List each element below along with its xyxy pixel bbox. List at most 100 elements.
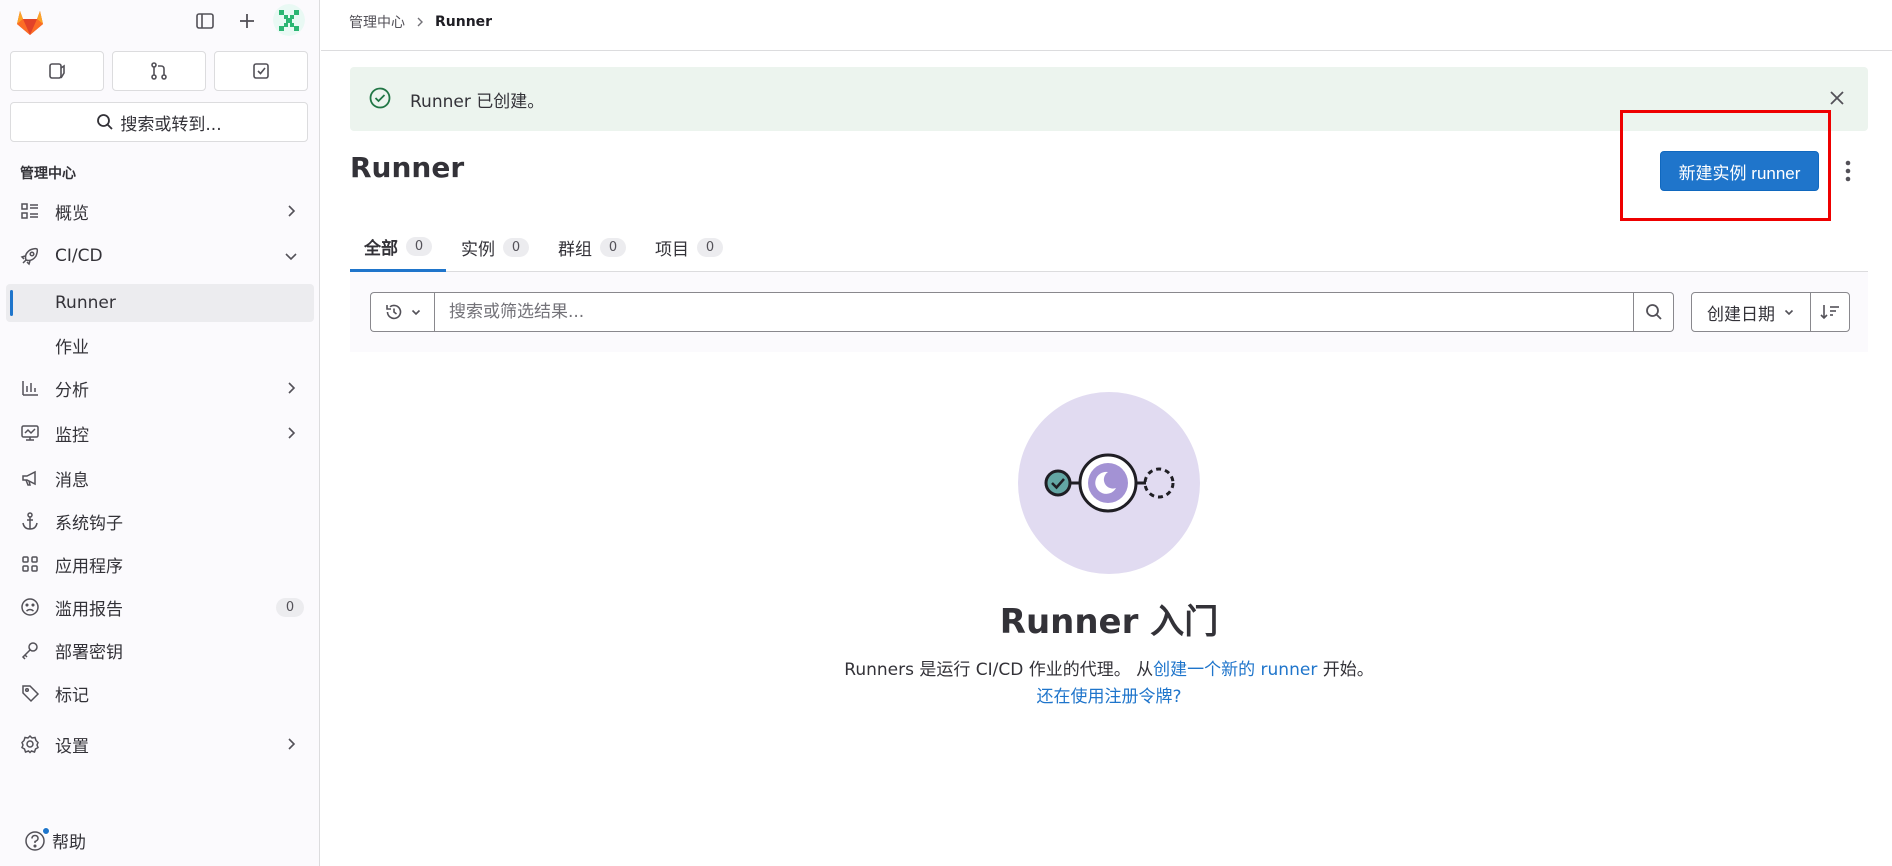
search-icon xyxy=(97,114,114,130)
avatar[interactable] xyxy=(273,4,305,36)
sidebar-item-jobs[interactable]: 作业 xyxy=(6,326,314,364)
sidebar-header xyxy=(0,0,320,42)
runner-tabs: 全部 0 实例 0 群组 0 项目 0 xyxy=(350,223,1868,272)
more-actions-icon[interactable] xyxy=(1838,158,1858,184)
sort-field-dropdown[interactable]: 创建日期 xyxy=(1691,292,1811,332)
tab-group[interactable]: 群组 0 xyxy=(558,223,626,272)
sidebar-item-runner[interactable]: Runner xyxy=(6,284,314,322)
search-icon xyxy=(1645,304,1662,320)
todo-icon xyxy=(253,63,269,79)
key-icon xyxy=(20,640,40,660)
plus-icon[interactable] xyxy=(234,8,260,34)
overview-icon xyxy=(20,201,40,221)
merge-requests-button[interactable] xyxy=(112,51,206,91)
bullhorn-icon xyxy=(20,468,40,488)
label-icon xyxy=(20,683,40,703)
sidebar-search-label: 搜索或转到... xyxy=(120,114,222,135)
tab-label: 实例 xyxy=(461,240,495,260)
sidebar-item-label: 设置 xyxy=(55,736,89,757)
history-icon xyxy=(385,304,401,320)
sidebar-section-title: 管理中心 xyxy=(20,166,76,182)
sidebar-item-overview[interactable]: 概览 xyxy=(6,192,314,230)
sidebar-item-monitoring[interactable]: 监控 xyxy=(6,414,314,452)
tab-count-badge: 0 xyxy=(697,238,723,257)
sidebar-item-settings[interactable]: 设置 xyxy=(6,725,314,763)
help-notification-dot xyxy=(42,826,50,835)
sidebar-item-label: 滥用报告 xyxy=(55,599,123,620)
tab-instance[interactable]: 实例 0 xyxy=(461,223,529,272)
sidebar-item-label: Runner xyxy=(55,293,116,313)
breadcrumb: 管理中心 Runner xyxy=(349,12,492,32)
gear-icon xyxy=(20,734,40,754)
sidebar-item-label: 应用程序 xyxy=(55,556,123,577)
chevron-right-icon xyxy=(288,427,296,439)
empty-state-desc-prefix: Runners 是运行 CI/CD 作业的代理。 从 xyxy=(844,660,1154,680)
sidebar-item-label: 系统钩子 xyxy=(55,513,123,534)
anchor-icon xyxy=(20,511,40,531)
gitlab-logo[interactable] xyxy=(12,5,48,37)
empty-state-title: Runner 入门 xyxy=(999,602,1219,642)
search-submit-button[interactable] xyxy=(1634,292,1674,332)
sidebar-item-labels[interactable]: 标记 xyxy=(6,674,314,712)
sidebar-item-system-hooks[interactable]: 系统钩子 xyxy=(6,502,314,540)
sidebar-item-deploy-keys[interactable]: 部署密钥 xyxy=(6,631,314,669)
chevron-down-icon xyxy=(1784,309,1794,316)
new-instance-runner-button[interactable]: 新建实例 runner xyxy=(1660,151,1819,191)
sidebar-item-label: 作业 xyxy=(55,337,89,358)
sidebar-item-abuse-reports[interactable]: 滥用报告 0 xyxy=(6,588,314,626)
sidebar-item-analytics[interactable]: 分析 xyxy=(6,369,314,407)
sad-face-icon xyxy=(20,597,40,617)
tab-count-badge: 0 xyxy=(600,238,626,257)
tab-count-badge: 0 xyxy=(406,236,432,256)
page-title: Runner xyxy=(350,151,465,184)
help-icon xyxy=(24,826,50,852)
top-bar: 管理中心 Runner xyxy=(321,0,1892,51)
todos-button[interactable] xyxy=(214,51,308,91)
check-circle-icon xyxy=(369,87,391,109)
sidebar-item-label: 概览 xyxy=(55,203,89,224)
registration-token-link[interactable]: 还在使用注册令牌? xyxy=(900,682,1318,707)
sidebar-toggle-icon[interactable] xyxy=(192,8,218,34)
sidebar-item-label: CI/CD xyxy=(55,246,103,266)
chevron-right-icon xyxy=(288,738,296,750)
search-filter-input[interactable] xyxy=(434,292,1634,332)
empty-state-desc-suffix: 开始。 xyxy=(1317,660,1374,680)
sort-direction-button[interactable] xyxy=(1810,292,1850,332)
breadcrumb-current[interactable]: Runner xyxy=(435,14,492,30)
chart-icon xyxy=(20,378,40,398)
merge-request-icon xyxy=(151,62,167,80)
tab-label: 全部 xyxy=(364,238,398,259)
sidebar-item-label: 标记 xyxy=(55,685,89,706)
tab-label: 项目 xyxy=(655,240,689,260)
help-button[interactable]: 帮助 xyxy=(24,826,86,853)
monitor-icon xyxy=(20,423,40,443)
tab-count-badge: 0 xyxy=(503,238,529,257)
filter-bar: 创建日期 xyxy=(350,272,1868,352)
sidebar-item-messages[interactable]: 消息 xyxy=(6,459,314,497)
chevron-down-icon xyxy=(285,253,297,261)
sidebar-search-button[interactable]: 搜索或转到... xyxy=(10,102,308,142)
empty-state-description: Runners 是运行 CI/CD 作业的代理。 从创建一个新的 runner … xyxy=(700,655,1518,680)
sort-lowest-icon xyxy=(1820,305,1839,320)
grid-icon xyxy=(20,554,40,574)
alert-message: Runner 已创建。 xyxy=(410,92,545,112)
tab-project[interactable]: 项目 0 xyxy=(655,223,723,272)
close-icon[interactable] xyxy=(1826,87,1848,109)
chevron-right-icon xyxy=(288,205,296,217)
help-label: 帮助 xyxy=(52,833,86,853)
issues-button[interactable] xyxy=(10,51,104,91)
chevron-right-icon xyxy=(288,382,296,394)
tab-label: 群组 xyxy=(558,240,592,260)
sidebar-item-label: 监控 xyxy=(55,425,89,446)
sidebar-item-label: 消息 xyxy=(55,470,89,491)
chevron-right-icon xyxy=(417,17,423,27)
chevron-down-icon xyxy=(411,309,420,316)
runner-illustration xyxy=(1018,392,1200,574)
sidebar-item-label: 分析 xyxy=(55,380,89,401)
recent-searches-dropdown[interactable] xyxy=(370,292,434,332)
create-runner-link[interactable]: 创建一个新的 runner xyxy=(1153,660,1317,680)
sidebar-item-applications[interactable]: 应用程序 xyxy=(6,545,314,583)
breadcrumb-parent-link[interactable]: 管理中心 xyxy=(349,12,405,32)
tab-all[interactable]: 全部 0 xyxy=(350,223,446,272)
sidebar-item-cicd[interactable]: CI/CD xyxy=(6,237,314,275)
